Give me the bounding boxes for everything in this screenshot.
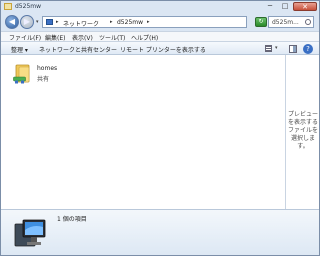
list-item[interactable]: homes 共有	[13, 63, 93, 93]
close-button[interactable]: ✕	[293, 2, 317, 11]
organize-button[interactable]: 整理 ▾	[11, 45, 28, 54]
computer-icon	[14, 219, 46, 247]
address-bar[interactable]: ▸ ネットワーク ▸ d525mw ▸ ▾	[42, 16, 283, 28]
search-input[interactable]: d525m...	[272, 19, 299, 26]
folder-icon	[4, 3, 12, 10]
details-pane: 1 個の項目	[1, 209, 319, 255]
preview-pane: プレビュー を表示する ファイルを 選択しま す。	[285, 55, 319, 209]
preview-pane-icon[interactable]	[289, 45, 297, 53]
item-count: 1 個の項目	[57, 216, 87, 223]
remote-printers-button[interactable]: リモート プリンターを表示する	[120, 45, 206, 54]
forward-button[interactable]: ▶	[20, 15, 34, 29]
network-center-button[interactable]: ネットワークと共有センター	[39, 45, 117, 54]
breadcrumb-separator[interactable]: ▸	[56, 19, 59, 25]
help-icon[interactable]: ?	[303, 44, 313, 54]
window-title: d525mw	[15, 3, 42, 10]
network-icon	[46, 19, 53, 25]
back-button[interactable]: ◀	[5, 15, 19, 29]
search-icon	[305, 19, 311, 25]
maximize-button[interactable]: □	[278, 2, 292, 11]
menu-bar: ファイル(F) 編集(E) 表示(V) ツール(T) ヘルプ(H)	[1, 31, 319, 42]
title-bar: d525mw ─ □ ✕	[1, 1, 319, 13]
breadcrumb-network[interactable]: ネットワーク	[63, 19, 99, 28]
preview-message: プレビュー を表示する ファイルを 選択しま す。	[287, 111, 318, 150]
command-bar: 整理 ▾ ネットワークと共有センター リモート プリンターを表示する ▾ ?	[1, 41, 319, 55]
recent-pages-dropdown[interactable]: ▾	[36, 19, 39, 25]
address-row: ◀ ▶ ▾ ▸ ネットワーク ▸ d525mw ▸ ▾ ↻ d525m...	[1, 13, 319, 31]
explorer-window: d525mw ─ □ ✕ ◀ ▶ ▾ ▸ ネットワーク ▸ d525mw ▸ ▾…	[0, 0, 320, 256]
minimize-button[interactable]: ─	[263, 2, 277, 11]
breadcrumb-separator[interactable]: ▸	[147, 19, 150, 25]
view-dropdown[interactable]: ▾	[275, 45, 278, 51]
file-list[interactable]: homes 共有	[1, 55, 285, 209]
breadcrumb-d525mw[interactable]: d525mw	[117, 19, 143, 26]
refresh-button[interactable]: ↻	[255, 17, 267, 27]
item-type: 共有	[37, 76, 50, 83]
search-box[interactable]: d525m...	[268, 16, 314, 28]
breadcrumb-separator[interactable]: ▸	[110, 19, 113, 25]
view-options-icon[interactable]	[265, 45, 272, 52]
item-name[interactable]: homes	[37, 65, 57, 72]
shared-folder-icon	[13, 64, 30, 84]
